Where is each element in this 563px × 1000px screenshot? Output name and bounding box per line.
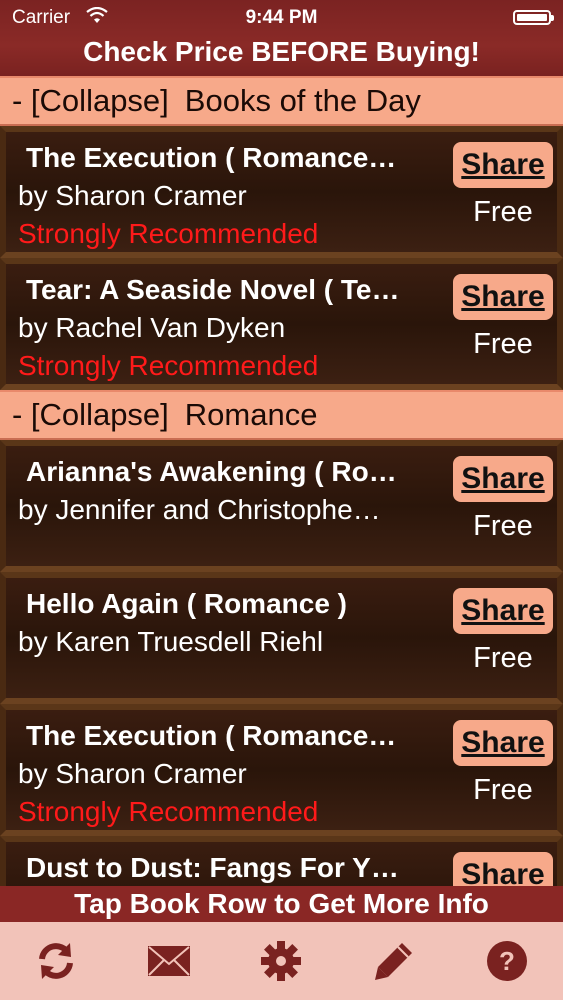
book-title: Hello Again ( Romance ) <box>26 588 348 619</box>
book-author: by Karen Truesdell Riehl <box>18 626 324 657</box>
recommendation-label: Strongly Recommended <box>18 350 319 381</box>
section-title: Books of the Day <box>184 83 421 118</box>
status-time: 9:44 PM <box>245 7 318 28</box>
gear-icon[interactable] <box>251 931 311 991</box>
book-title: The Execution ( Romance… <box>26 720 397 751</box>
book-price: Free <box>473 510 533 542</box>
battery-icon <box>513 10 554 25</box>
recommendation-label: Strongly Recommended <box>18 796 319 827</box>
book-price: Free <box>473 196 533 228</box>
book-price: Free <box>473 328 533 360</box>
top-bar: Carrier 9:44 PM Check Price BEFORE Buyin… <box>0 0 563 76</box>
recommendation-label: Strongly Recommended <box>18 218 319 249</box>
book-title: Arianna's Awakening ( Ro… <box>26 456 397 487</box>
book-author: by Rachel Van Dyken <box>18 312 286 343</box>
share-button[interactable]: Share <box>453 456 553 502</box>
share-button[interactable]: Share <box>453 588 553 634</box>
book-row[interactable]: Tear: A Seaside Novel ( Te… by Rachel Va… <box>0 258 563 390</box>
book-list[interactable]: - [Collapse] Books of the Day The Execut… <box>0 76 563 886</box>
book-author: by Jennifer and Christophe… <box>18 494 381 525</box>
book-title: Dust to Dust: Fangs For Y… <box>26 852 399 883</box>
pencil-icon[interactable] <box>364 931 424 991</box>
help-icon[interactable]: ? <box>477 931 537 991</box>
book-title: The Execution ( Romance… <box>26 142 397 173</box>
section-header-romance[interactable]: - [Collapse] Romance <box>0 390 563 440</box>
book-row[interactable]: The Execution ( Romance… by Sharon Crame… <box>0 704 563 836</box>
page-title: Check Price BEFORE Buying! <box>83 36 480 67</box>
section-header-books-of-the-day[interactable]: - [Collapse] Books of the Day <box>0 76 563 126</box>
collapse-toggle[interactable]: - [Collapse] <box>12 397 169 433</box>
share-button[interactable]: Share <box>453 720 553 766</box>
collapse-toggle[interactable]: - [Collapse] <box>12 83 169 119</box>
refresh-icon[interactable] <box>26 931 86 991</box>
mail-icon[interactable] <box>139 931 199 991</box>
footer-hint: Tap Book Row to Get More Info <box>0 886 563 922</box>
svg-text:?: ? <box>499 946 515 976</box>
book-price: Free <box>473 642 533 674</box>
book-price: Free <box>473 774 533 806</box>
book-author: by Sharon Cramer <box>18 180 247 211</box>
section-title: Romance <box>184 397 318 432</box>
book-author: by Sharon Cramer <box>18 758 247 789</box>
book-title: Tear: A Seaside Novel ( Te… <box>26 274 400 305</box>
status-bar: Carrier 9:44 PM <box>0 0 563 36</box>
tab-bar: ? <box>0 922 563 1000</box>
book-row[interactable]: Dust to Dust: Fangs For Y… Share <box>0 836 563 886</box>
book-row[interactable]: Hello Again ( Romance ) by Karen Truesde… <box>0 572 563 704</box>
book-row[interactable]: The Execution ( Romance… by Sharon Crame… <box>0 126 563 258</box>
share-button[interactable]: Share <box>453 274 553 320</box>
share-button[interactable]: Share <box>453 852 553 886</box>
book-row[interactable]: Arianna's Awakening ( Ro… by Jennifer an… <box>0 440 563 572</box>
share-button[interactable]: Share <box>453 142 553 188</box>
